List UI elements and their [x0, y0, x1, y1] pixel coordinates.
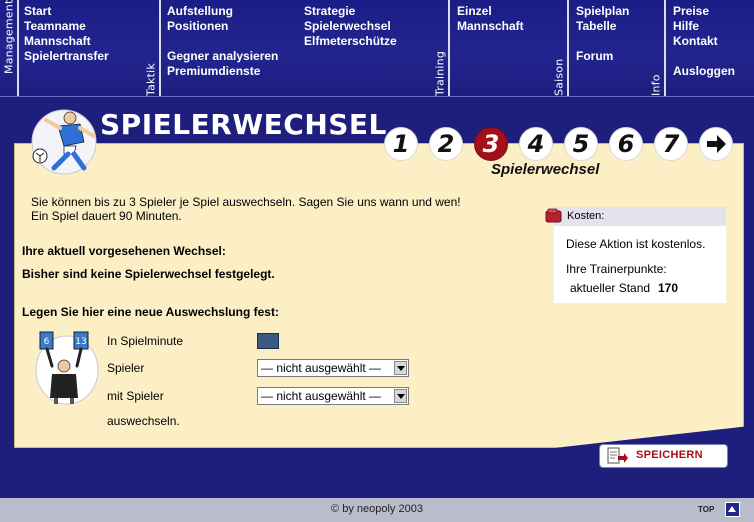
- nav-divider: [159, 0, 161, 96]
- current-points-label: aktueller Stand: [570, 281, 651, 295]
- nav-column-taktik: Aufstellung Positionen Gegner analysiere…: [167, 4, 278, 79]
- minute-label: In Spielminute: [107, 334, 184, 348]
- current-points-value: 170: [658, 281, 679, 295]
- football-player-logo-icon: [31, 109, 97, 175]
- chevron-down-icon[interactable]: [394, 389, 407, 403]
- nav-link-gegner-analysieren[interactable]: Gegner analysieren: [167, 49, 278, 64]
- step-6-button[interactable]: 6: [609, 127, 643, 161]
- wallet-icon: [545, 208, 562, 223]
- cost-info-box: Kosten: Diese Aktion ist kostenlos. Ihre…: [545, 207, 726, 303]
- save-button[interactable]: SPEICHERN: [599, 444, 728, 468]
- nav-link-spielerwechsel[interactable]: Spielerwechsel: [304, 19, 397, 34]
- step-5-button[interactable]: 5: [564, 127, 598, 161]
- nav-divider: [664, 0, 666, 96]
- page-title: SPIELERWECHSEL: [100, 108, 387, 141]
- current-substitutions-heading: Ihre aktuell vorgesehenen Wechsel:: [22, 244, 226, 258]
- nav-column-account: Preise Hilfe Kontakt Ausloggen: [673, 4, 735, 79]
- new-substitution-heading: Legen Sie hier eine neue Auswechslung fe…: [22, 305, 279, 319]
- nav-link-saison-mannschaft[interactable]: Mannschaft: [457, 19, 524, 34]
- step-4-button[interactable]: 4: [519, 127, 553, 161]
- nav-section-label: Management: [2, 0, 16, 75]
- back-to-top-label[interactable]: TOP: [698, 505, 714, 514]
- substitute-suffix-label: auswechseln.: [107, 414, 180, 428]
- nav-link-hilfe[interactable]: Hilfe: [673, 19, 735, 34]
- nav-link-premiumdienste[interactable]: Premiumdienste: [167, 64, 278, 79]
- arrow-right-icon: [707, 135, 726, 153]
- step-7-button[interactable]: 7: [654, 127, 688, 161]
- player-in-select[interactable]: — nicht ausgewählt —: [257, 387, 409, 405]
- referee-boards-icon: 6 13: [35, 331, 99, 405]
- nav-link-forum[interactable]: Forum: [576, 49, 629, 64]
- nav-link-kontakt[interactable]: Kontakt: [673, 34, 735, 49]
- step-1-button[interactable]: 1: [384, 127, 418, 161]
- nav-column-saison: Einzel Mannschaft: [457, 4, 524, 34]
- step-2-button[interactable]: 2: [429, 127, 463, 161]
- save-button-label: SPEICHERN: [636, 449, 703, 461]
- footer: © by neopoly 2003 TOP: [0, 498, 754, 522]
- current-substitutions-status: Bisher sind keine Spielerwechsel festgel…: [22, 267, 275, 281]
- intro-text-line-1: Sie können bis zu 3 Spieler je Spiel aus…: [31, 195, 461, 209]
- nav-link-aufstellung[interactable]: Aufstellung: [167, 4, 278, 19]
- player-in-label: mit Spieler: [107, 389, 164, 403]
- nav-column-training: Strategie Spielerwechsel Elfmeterschütze: [304, 4, 397, 49]
- save-document-icon: [607, 447, 628, 464]
- nav-link-start[interactable]: Start: [24, 4, 109, 19]
- cost-box-header: Kosten:: [545, 207, 726, 226]
- nav-column-info: Spielplan Tabelle Forum: [576, 4, 629, 64]
- nav-link-einzel[interactable]: Einzel: [457, 4, 524, 19]
- nav-link-strategie[interactable]: Strategie: [304, 4, 397, 19]
- step-title: Spielerwechsel: [491, 161, 600, 178]
- chevron-down-icon[interactable]: [394, 361, 407, 375]
- next-step-button[interactable]: [699, 127, 733, 161]
- trainer-points-label: Ihre Trainerpunkte:: [566, 262, 667, 276]
- nav-section-label: Training: [433, 50, 447, 96]
- nav-link-positionen[interactable]: Positionen: [167, 19, 278, 34]
- nav-link-spielplan[interactable]: Spielplan: [576, 4, 629, 19]
- cost-box-title: Kosten:: [567, 210, 605, 222]
- copyright-text: © by neopoly 2003: [331, 503, 423, 515]
- player-in-selected-value: — nicht ausgewählt —: [261, 389, 382, 403]
- nav-link-mannschaft[interactable]: Mannschaft: [24, 34, 109, 49]
- nav-section-label: Taktik: [144, 63, 158, 96]
- svg-text:6: 6: [44, 337, 50, 347]
- nav-section-label: Saison: [552, 58, 566, 96]
- back-to-top-button[interactable]: [725, 502, 740, 517]
- intro-text-line-2: Ein Spiel dauert 90 Minuten.: [31, 209, 182, 223]
- nav-divider: [567, 0, 569, 96]
- nav-section-label: Info: [649, 74, 663, 96]
- nav-divider: [17, 0, 19, 96]
- cost-free-text: Diese Aktion ist kostenlos.: [566, 237, 706, 251]
- nav-link-spielertransfer[interactable]: Spielertransfer: [24, 49, 109, 64]
- nav-divider: [448, 0, 450, 96]
- nav-column-management: Start Teamname Mannschaft Spielertransfe…: [24, 4, 109, 64]
- nav-link-elfmeterschuetze[interactable]: Elfmeterschütze: [304, 34, 397, 49]
- player-out-select[interactable]: — nicht ausgewählt —: [257, 359, 409, 377]
- step-3-button-active[interactable]: 3: [474, 127, 508, 161]
- player-out-label: Spieler: [107, 361, 145, 375]
- player-out-selected-value: — nicht ausgewählt —: [261, 361, 382, 375]
- main-navigation: Management Start Teamname Mannschaft Spi…: [0, 0, 754, 97]
- step-navigation: 1 2 3 4 5 6 7: [384, 127, 734, 161]
- nav-link-ausloggen[interactable]: Ausloggen: [673, 64, 735, 79]
- nav-link-tabelle[interactable]: Tabelle: [576, 19, 629, 34]
- svg-text:13: 13: [75, 337, 86, 347]
- minute-input[interactable]: [257, 333, 279, 349]
- nav-link-preise[interactable]: Preise: [673, 4, 735, 19]
- nav-link-teamname[interactable]: Teamname: [24, 19, 109, 34]
